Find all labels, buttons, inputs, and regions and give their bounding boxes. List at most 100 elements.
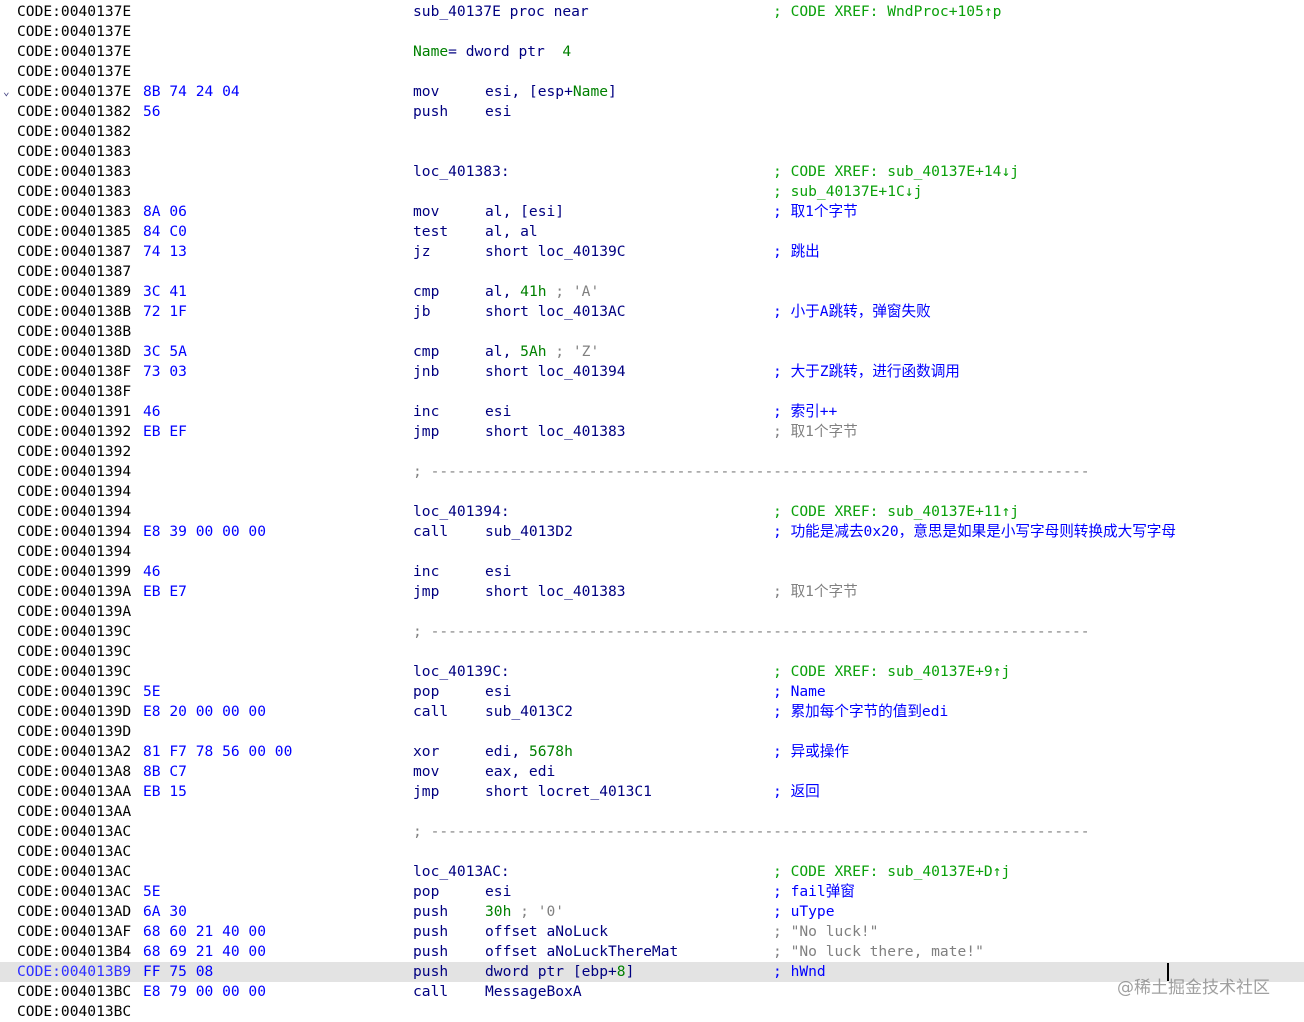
listing-line[interactable]: CODE:00401391 46 inc esi ; 索引++	[0, 402, 1304, 422]
code-label[interactable]: loc_4013AC:	[413, 862, 510, 882]
listing-line[interactable]: CODE:0040137E	[0, 62, 1304, 82]
address[interactable]: CODE:00401383	[17, 142, 131, 162]
listing-line[interactable]: CODE:004013B9 FF 75 08 push dword ptr [ebp+…	[0, 962, 1304, 982]
listing-line[interactable]: CODE:004013B4 68 69 21 40 00 push offset aN…	[0, 942, 1304, 962]
listing-line[interactable]: CODE:00401383 8A 06 mov al, [esi] ; 取1个字节	[0, 202, 1304, 222]
mnemonic[interactable]: jmp	[413, 582, 439, 602]
operands[interactable]: offset aNoLuckThereMat	[485, 942, 678, 962]
mnemonic[interactable]: call	[413, 982, 448, 1002]
listing-line[interactable]: CODE:0040138B 72 1F jb short loc_4013AC ; 小于…	[0, 302, 1304, 322]
address[interactable]: CODE:0040137E	[17, 2, 131, 22]
address[interactable]: CODE:0040139C	[17, 622, 131, 642]
address[interactable]: CODE:00401394	[17, 502, 131, 522]
mnemonic[interactable]: pop	[413, 882, 439, 902]
mnemonic[interactable]: mov	[413, 762, 439, 782]
listing-line[interactable]: CODE:00401394	[0, 542, 1304, 562]
address[interactable]: CODE:00401391	[17, 402, 131, 422]
address[interactable]: CODE:004013AC	[17, 842, 131, 862]
listing-line[interactable]: CODE:0040139C	[0, 642, 1304, 662]
mnemonic[interactable]: cmp	[413, 342, 439, 362]
operands[interactable]: al, 41h ; 'A'	[485, 282, 599, 302]
listing-line[interactable]: CODE:00401383 ; sub_40137E+1C↓j	[0, 182, 1304, 202]
address[interactable]: CODE:0040139C	[17, 642, 131, 662]
listing-line[interactable]: CODE:004013AC 5E pop esi ; fail弹窗	[0, 882, 1304, 902]
listing-line[interactable]: CODE:0040138F	[0, 382, 1304, 402]
code-label[interactable]: loc_40139C:	[413, 662, 510, 682]
operands[interactable]: al, al	[485, 222, 538, 242]
mnemonic[interactable]: inc	[413, 562, 439, 582]
mnemonic[interactable]: mov	[413, 202, 439, 222]
address[interactable]: CODE:00401383	[17, 202, 131, 222]
listing-line[interactable]: CODE:0040137E sub_40137E proc near ; CODE …	[0, 2, 1304, 22]
code-label[interactable]: sub_40137E proc near	[413, 2, 589, 22]
address[interactable]: CODE:00401394	[17, 542, 131, 562]
address[interactable]: CODE:00401399	[17, 562, 131, 582]
listing-line[interactable]: CODE:0040139D E8 20 00 00 00 call sub_4013C…	[0, 702, 1304, 722]
mnemonic[interactable]: push	[413, 102, 448, 122]
listing-line[interactable]: CODE:0040139D	[0, 722, 1304, 742]
address[interactable]: CODE:00401383	[17, 182, 131, 202]
listing-line[interactable]: CODE:00401389 3C 41 cmp al, 41h ; 'A'	[0, 282, 1304, 302]
mnemonic[interactable]: push	[413, 962, 448, 982]
address[interactable]: CODE:0040139C	[17, 682, 131, 702]
address[interactable]: CODE:00401394	[17, 462, 131, 482]
address[interactable]: CODE:004013AD	[17, 902, 131, 922]
address[interactable]: CODE:004013B9	[17, 962, 131, 982]
listing-line[interactable]: CODE:00401392 EB EF jmp short loc_401383 ; 取…	[0, 422, 1304, 442]
operands[interactable]: esi	[485, 402, 511, 422]
address[interactable]: CODE:0040137E	[17, 82, 131, 102]
listing-line[interactable]: CODE:0040139C loc_40139C: ; CODE XREF: sub…	[0, 662, 1304, 682]
mnemonic[interactable]: pop	[413, 682, 439, 702]
operands[interactable]: edi, 5678h	[485, 742, 573, 762]
operands[interactable]: short loc_401383	[485, 582, 626, 602]
mnemonic[interactable]: push	[413, 942, 448, 962]
address[interactable]: CODE:0040138F	[17, 362, 131, 382]
mnemonic[interactable]: jnb	[413, 362, 439, 382]
operands[interactable]: esi	[485, 882, 511, 902]
address[interactable]: CODE:00401385	[17, 222, 131, 242]
address[interactable]: CODE:0040137E	[17, 62, 131, 82]
mnemonic[interactable]: push	[413, 922, 448, 942]
code-label[interactable]: loc_401383:	[413, 162, 510, 182]
listing-line[interactable]: CODE:0040139A	[0, 602, 1304, 622]
operands[interactable]: eax, edi	[485, 762, 555, 782]
address[interactable]: CODE:004013AF	[17, 922, 131, 942]
mnemonic[interactable]: mov	[413, 82, 439, 102]
address[interactable]: CODE:00401392	[17, 442, 131, 462]
address[interactable]: CODE:00401387	[17, 262, 131, 282]
listing-line[interactable]: CODE:00401394 loc_401394: ; CODE XREF: sub…	[0, 502, 1304, 522]
listing-line[interactable]: CODE:0040139A EB E7 jmp short loc_401383 ; 取…	[0, 582, 1304, 602]
operands[interactable]: short loc_40139C	[485, 242, 626, 262]
address[interactable]: CODE:004013AC	[17, 862, 131, 882]
mnemonic[interactable]: cmp	[413, 282, 439, 302]
address[interactable]: CODE:00401392	[17, 422, 131, 442]
listing-line[interactable]: CODE:0040138F 73 03 jnb short loc_401394 ; 大…	[0, 362, 1304, 382]
operands[interactable]: al, [esi]	[485, 202, 564, 222]
address[interactable]: CODE:00401382	[17, 122, 131, 142]
address[interactable]: CODE:00401387	[17, 242, 131, 262]
listing-line[interactable]: CODE:004013AC ; -------------------------…	[0, 822, 1304, 842]
address[interactable]: CODE:004013AA	[17, 802, 131, 822]
mnemonic[interactable]: jb	[413, 302, 431, 322]
listing-line[interactable]: CODE:00401382 56 push esi	[0, 102, 1304, 122]
listing-line[interactable]: CODE:004013BC E8 79 00 00 00 call MessageBo…	[0, 982, 1304, 1002]
listing-line[interactable]: CODE:00401383	[0, 142, 1304, 162]
mnemonic[interactable]: test	[413, 222, 448, 242]
operands[interactable]: al, 5Ah ; 'Z'	[485, 342, 599, 362]
listing-line[interactable]: ⌄ CODE:0040137E 8B 74 24 04 mov esi, [esp+Na…	[0, 82, 1304, 102]
address[interactable]: CODE:00401382	[17, 102, 131, 122]
operands[interactable]: short locret_4013C1	[485, 782, 652, 802]
listing-line[interactable]: CODE:004013AF 68 60 21 40 00 push offset aN…	[0, 922, 1304, 942]
address[interactable]: CODE:0040138F	[17, 382, 131, 402]
address[interactable]: CODE:00401383	[17, 162, 131, 182]
address[interactable]: CODE:0040139A	[17, 582, 131, 602]
mnemonic[interactable]: call	[413, 522, 448, 542]
listing-line[interactable]: CODE:00401387 74 13 jz short loc_40139C ; 跳出	[0, 242, 1304, 262]
mnemonic[interactable]: push	[413, 902, 448, 922]
address[interactable]: CODE:0040138D	[17, 342, 131, 362]
mnemonic[interactable]: jmp	[413, 782, 439, 802]
listing-line[interactable]: CODE:0040139C ; -------------------------…	[0, 622, 1304, 642]
operands[interactable]: short loc_4013AC	[485, 302, 626, 322]
address[interactable]: CODE:0040139A	[17, 602, 131, 622]
address[interactable]: CODE:0040137E	[17, 22, 131, 42]
